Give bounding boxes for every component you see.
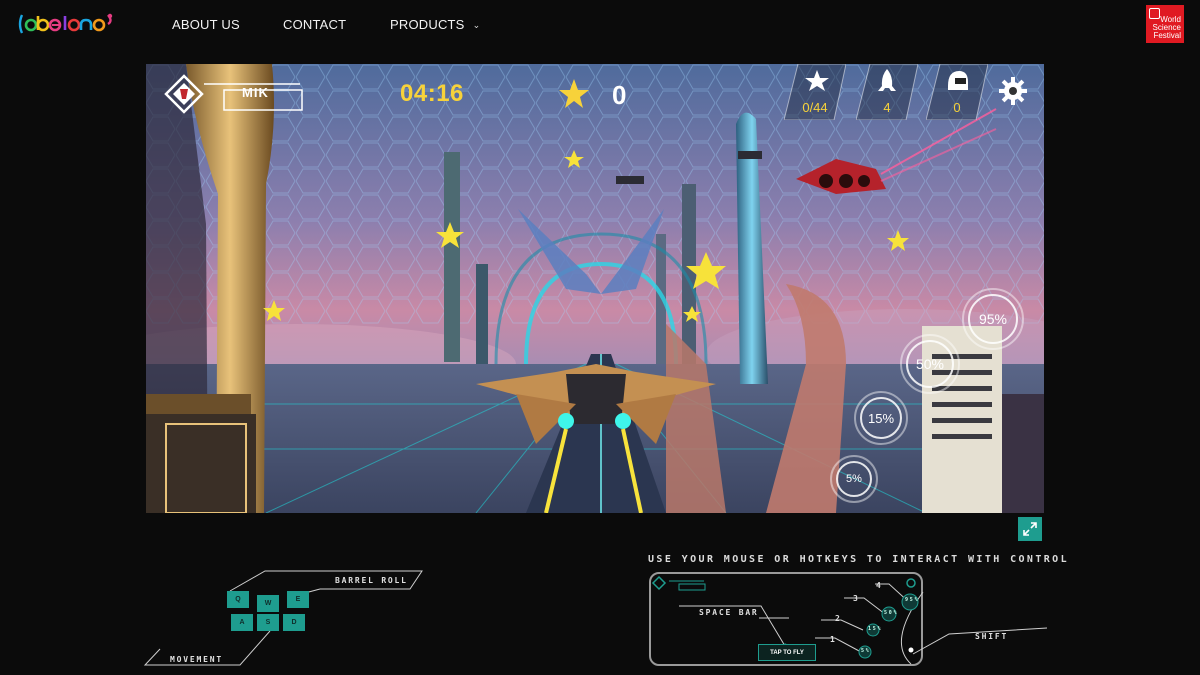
wsf-line-3: Festival: [1153, 31, 1181, 40]
crashes-value: 0: [953, 100, 961, 115]
mini-thrust-50-label: 50%: [884, 610, 899, 616]
star-score: 0: [612, 80, 627, 110]
barrel-roll-label: BARREL ROLL: [335, 576, 408, 585]
nav-about-us[interactable]: ABOUT US: [172, 17, 240, 32]
top-navigation: ABOUT US CONTACT PRODUCTS ⌄ World Science…: [0, 0, 1200, 50]
key-q[interactable]: Q: [227, 591, 249, 608]
key-s[interactable]: S: [257, 614, 279, 631]
key-w-label: W: [264, 600, 272, 607]
nav-contact[interactable]: CONTACT: [283, 17, 346, 32]
controls-instructions: USE YOUR MOUSE OR HOTKEYS TO INTERACT WI…: [648, 554, 1070, 565]
thrust-95-label: 95%: [978, 311, 1008, 327]
thrust-50-button[interactable]: 50%: [900, 334, 960, 394]
mini-gear-icon: [906, 578, 916, 588]
stars-collected-box: 0/44: [783, 64, 847, 121]
thrust-15-label: 15%: [867, 410, 895, 426]
abelona-logo[interactable]: [18, 11, 114, 37]
thrust-15-button[interactable]: 15%: [854, 391, 908, 445]
level-3-label: 3: [853, 594, 860, 603]
nav-products-label: PRODUCTS: [390, 17, 465, 32]
collectible-star: [887, 230, 909, 251]
game-viewport[interactable]: MIK 04:16 0 0/44 4 0 95% 50% 15% 5%: [146, 64, 1044, 513]
nav-contact-label: CONTACT: [283, 17, 347, 32]
star-icon: [559, 79, 589, 108]
collectible-stars: [263, 150, 909, 322]
thrust-50-label: 50%: [915, 356, 945, 372]
key-w[interactable]: W: [257, 595, 279, 612]
key-e[interactable]: E: [287, 591, 309, 608]
lives-value: 4: [883, 100, 891, 115]
key-d-label: D: [291, 619, 297, 626]
abelona-logo-mark: [18, 13, 113, 34]
key-a-label: A: [239, 619, 245, 626]
wsf-logo-text: World Science Festival: [1153, 16, 1181, 40]
key-e-label: E: [295, 596, 301, 603]
collectible-star: [436, 222, 464, 248]
crashes-box: 0: [925, 64, 989, 121]
level-4-label: 4: [876, 581, 883, 590]
mini-thrust-95-label: 95%: [905, 597, 920, 603]
level-1-label: 1: [830, 635, 837, 644]
collectible-star: [683, 306, 701, 322]
player-name: MIK: [242, 85, 269, 100]
collectible-star: [263, 300, 285, 321]
expand-arrows-icon: [1023, 522, 1037, 536]
nav-products[interactable]: PRODUCTS ⌄: [390, 17, 480, 32]
fullscreen-button[interactable]: [1018, 517, 1042, 541]
space-bar-label: SPACE BAR: [699, 608, 759, 617]
tap-to-fly-label: TAP TO FLY: [770, 649, 804, 656]
key-s-label: S: [265, 619, 271, 626]
world-science-festival-logo[interactable]: World Science Festival: [1146, 5, 1184, 43]
thrust-5-button[interactable]: 5%: [830, 455, 878, 503]
collectible-star: [564, 150, 584, 168]
lives-box: 4: [855, 64, 919, 121]
key-d[interactable]: D: [283, 614, 305, 631]
stars-collected-value: 0/44: [802, 100, 828, 115]
key-a[interactable]: A: [231, 614, 253, 631]
settings-gear-icon[interactable]: [998, 76, 1028, 106]
movement-label: MOVEMENT: [170, 655, 223, 664]
key-q-label: Q: [235, 596, 241, 603]
tap-to-fly-button[interactable]: TAP TO FLY: [758, 644, 816, 661]
mini-thrust-15-label: 15%: [868, 626, 883, 632]
mini-thrust-5-label: 5%: [861, 648, 871, 654]
game-timer: 04:16: [400, 80, 464, 107]
thrust-5-label: 5%: [846, 473, 862, 485]
shift-label: SHIFT: [975, 632, 1009, 641]
nav-about-us-label: ABOUT US: [172, 17, 240, 32]
level-2-label: 2: [835, 614, 842, 623]
controls-diagram-lines: [651, 575, 1048, 665]
collectible-star: [686, 252, 726, 289]
thrust-95-button[interactable]: 95%: [962, 288, 1024, 350]
chevron-down-icon: ⌄: [472, 20, 481, 30]
player-badge: [164, 74, 303, 114]
